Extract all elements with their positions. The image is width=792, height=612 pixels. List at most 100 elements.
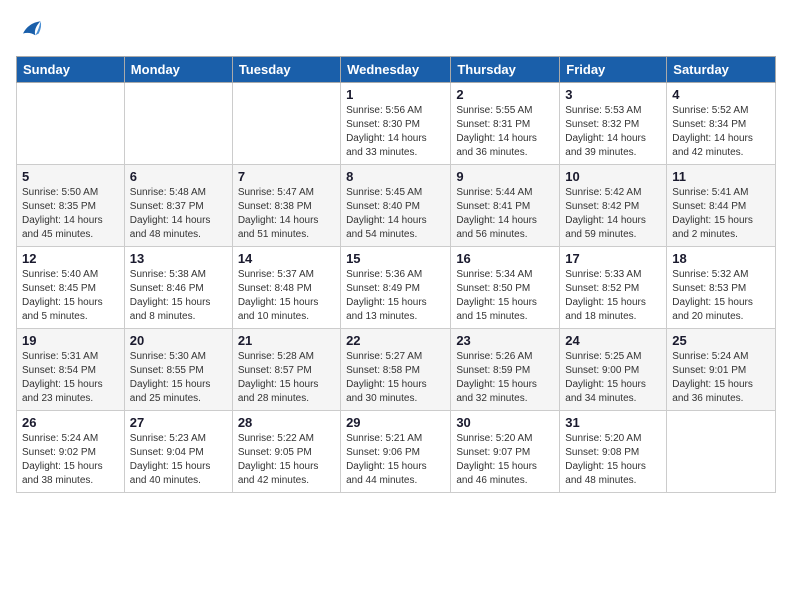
day-info: Sunrise: 5:50 AMSunset: 8:35 PMDaylight:…	[22, 186, 119, 242]
day-info: Sunrise: 5:24 AMSunset: 9:02 PMDaylight:…	[22, 432, 119, 488]
day-info: Sunrise: 5:28 AMSunset: 8:57 PMDaylight:…	[238, 350, 335, 406]
weekday-header-friday: Friday	[560, 57, 667, 83]
day-number: 19	[22, 333, 119, 348]
calendar-cell: 2 Sunrise: 5:55 AMSunset: 8:31 PMDayligh…	[451, 83, 560, 165]
day-info: Sunrise: 5:55 AMSunset: 8:31 PMDaylight:…	[456, 104, 554, 160]
calendar-cell	[232, 83, 340, 165]
day-info: Sunrise: 5:56 AMSunset: 8:30 PMDaylight:…	[346, 104, 445, 160]
calendar-cell: 19 Sunrise: 5:31 AMSunset: 8:54 PMDaylig…	[17, 329, 125, 411]
day-info: Sunrise: 5:52 AMSunset: 8:34 PMDaylight:…	[672, 104, 770, 160]
calendar-cell: 22 Sunrise: 5:27 AMSunset: 8:58 PMDaylig…	[341, 329, 451, 411]
day-info: Sunrise: 5:31 AMSunset: 8:54 PMDaylight:…	[22, 350, 119, 406]
day-info: Sunrise: 5:30 AMSunset: 8:55 PMDaylight:…	[130, 350, 227, 406]
weekday-header-wednesday: Wednesday	[341, 57, 451, 83]
calendar-week-row: 26 Sunrise: 5:24 AMSunset: 9:02 PMDaylig…	[17, 411, 776, 493]
calendar-cell: 21 Sunrise: 5:28 AMSunset: 8:57 PMDaylig…	[232, 329, 340, 411]
weekday-header-saturday: Saturday	[667, 57, 776, 83]
day-number: 18	[672, 251, 770, 266]
day-info: Sunrise: 5:24 AMSunset: 9:01 PMDaylight:…	[672, 350, 770, 406]
calendar-cell: 11 Sunrise: 5:41 AMSunset: 8:44 PMDaylig…	[667, 165, 776, 247]
day-info: Sunrise: 5:20 AMSunset: 9:07 PMDaylight:…	[456, 432, 554, 488]
logo-icon	[16, 16, 44, 44]
day-number: 8	[346, 169, 445, 184]
day-info: Sunrise: 5:33 AMSunset: 8:52 PMDaylight:…	[565, 268, 661, 324]
day-number: 11	[672, 169, 770, 184]
day-info: Sunrise: 5:22 AMSunset: 9:05 PMDaylight:…	[238, 432, 335, 488]
weekday-header-sunday: Sunday	[17, 57, 125, 83]
calendar-cell: 16 Sunrise: 5:34 AMSunset: 8:50 PMDaylig…	[451, 247, 560, 329]
calendar-cell: 29 Sunrise: 5:21 AMSunset: 9:06 PMDaylig…	[341, 411, 451, 493]
calendar-cell: 6 Sunrise: 5:48 AMSunset: 8:37 PMDayligh…	[124, 165, 232, 247]
day-number: 6	[130, 169, 227, 184]
weekday-header-thursday: Thursday	[451, 57, 560, 83]
calendar-cell: 1 Sunrise: 5:56 AMSunset: 8:30 PMDayligh…	[341, 83, 451, 165]
calendar-cell: 4 Sunrise: 5:52 AMSunset: 8:34 PMDayligh…	[667, 83, 776, 165]
day-number: 1	[346, 87, 445, 102]
calendar-cell	[124, 83, 232, 165]
calendar-cell: 24 Sunrise: 5:25 AMSunset: 9:00 PMDaylig…	[560, 329, 667, 411]
day-number: 28	[238, 415, 335, 430]
day-info: Sunrise: 5:21 AMSunset: 9:06 PMDaylight:…	[346, 432, 445, 488]
calendar-cell: 31 Sunrise: 5:20 AMSunset: 9:08 PMDaylig…	[560, 411, 667, 493]
calendar-cell: 17 Sunrise: 5:33 AMSunset: 8:52 PMDaylig…	[560, 247, 667, 329]
calendar-cell: 13 Sunrise: 5:38 AMSunset: 8:46 PMDaylig…	[124, 247, 232, 329]
calendar-week-row: 1 Sunrise: 5:56 AMSunset: 8:30 PMDayligh…	[17, 83, 776, 165]
day-info: Sunrise: 5:26 AMSunset: 8:59 PMDaylight:…	[456, 350, 554, 406]
day-info: Sunrise: 5:25 AMSunset: 9:00 PMDaylight:…	[565, 350, 661, 406]
calendar-cell: 8 Sunrise: 5:45 AMSunset: 8:40 PMDayligh…	[341, 165, 451, 247]
calendar-cell: 3 Sunrise: 5:53 AMSunset: 8:32 PMDayligh…	[560, 83, 667, 165]
page-header	[16, 16, 776, 44]
day-number: 9	[456, 169, 554, 184]
day-number: 23	[456, 333, 554, 348]
day-number: 12	[22, 251, 119, 266]
day-number: 20	[130, 333, 227, 348]
calendar-week-row: 5 Sunrise: 5:50 AMSunset: 8:35 PMDayligh…	[17, 165, 776, 247]
calendar-week-row: 12 Sunrise: 5:40 AMSunset: 8:45 PMDaylig…	[17, 247, 776, 329]
day-info: Sunrise: 5:32 AMSunset: 8:53 PMDaylight:…	[672, 268, 770, 324]
day-info: Sunrise: 5:23 AMSunset: 9:04 PMDaylight:…	[130, 432, 227, 488]
day-info: Sunrise: 5:36 AMSunset: 8:49 PMDaylight:…	[346, 268, 445, 324]
day-info: Sunrise: 5:42 AMSunset: 8:42 PMDaylight:…	[565, 186, 661, 242]
calendar-cell: 23 Sunrise: 5:26 AMSunset: 8:59 PMDaylig…	[451, 329, 560, 411]
calendar-cell: 28 Sunrise: 5:22 AMSunset: 9:05 PMDaylig…	[232, 411, 340, 493]
day-info: Sunrise: 5:37 AMSunset: 8:48 PMDaylight:…	[238, 268, 335, 324]
calendar-cell: 9 Sunrise: 5:44 AMSunset: 8:41 PMDayligh…	[451, 165, 560, 247]
day-number: 13	[130, 251, 227, 266]
calendar-table: SundayMondayTuesdayWednesdayThursdayFrid…	[16, 56, 776, 493]
day-info: Sunrise: 5:34 AMSunset: 8:50 PMDaylight:…	[456, 268, 554, 324]
day-number: 25	[672, 333, 770, 348]
calendar-cell: 26 Sunrise: 5:24 AMSunset: 9:02 PMDaylig…	[17, 411, 125, 493]
day-number: 4	[672, 87, 770, 102]
calendar-cell: 14 Sunrise: 5:37 AMSunset: 8:48 PMDaylig…	[232, 247, 340, 329]
day-info: Sunrise: 5:44 AMSunset: 8:41 PMDaylight:…	[456, 186, 554, 242]
calendar-cell	[17, 83, 125, 165]
day-number: 14	[238, 251, 335, 266]
day-number: 7	[238, 169, 335, 184]
calendar-cell: 10 Sunrise: 5:42 AMSunset: 8:42 PMDaylig…	[560, 165, 667, 247]
day-info: Sunrise: 5:53 AMSunset: 8:32 PMDaylight:…	[565, 104, 661, 160]
calendar-cell: 12 Sunrise: 5:40 AMSunset: 8:45 PMDaylig…	[17, 247, 125, 329]
day-number: 29	[346, 415, 445, 430]
day-info: Sunrise: 5:47 AMSunset: 8:38 PMDaylight:…	[238, 186, 335, 242]
day-info: Sunrise: 5:48 AMSunset: 8:37 PMDaylight:…	[130, 186, 227, 242]
day-number: 26	[22, 415, 119, 430]
calendar-cell: 20 Sunrise: 5:30 AMSunset: 8:55 PMDaylig…	[124, 329, 232, 411]
weekday-header-tuesday: Tuesday	[232, 57, 340, 83]
day-info: Sunrise: 5:27 AMSunset: 8:58 PMDaylight:…	[346, 350, 445, 406]
day-number: 24	[565, 333, 661, 348]
day-info: Sunrise: 5:38 AMSunset: 8:46 PMDaylight:…	[130, 268, 227, 324]
day-number: 2	[456, 87, 554, 102]
calendar-week-row: 19 Sunrise: 5:31 AMSunset: 8:54 PMDaylig…	[17, 329, 776, 411]
weekday-header-row: SundayMondayTuesdayWednesdayThursdayFrid…	[17, 57, 776, 83]
day-number: 30	[456, 415, 554, 430]
day-info: Sunrise: 5:41 AMSunset: 8:44 PMDaylight:…	[672, 186, 770, 242]
calendar-cell: 15 Sunrise: 5:36 AMSunset: 8:49 PMDaylig…	[341, 247, 451, 329]
calendar-cell: 30 Sunrise: 5:20 AMSunset: 9:07 PMDaylig…	[451, 411, 560, 493]
calendar-cell: 7 Sunrise: 5:47 AMSunset: 8:38 PMDayligh…	[232, 165, 340, 247]
calendar-cell: 27 Sunrise: 5:23 AMSunset: 9:04 PMDaylig…	[124, 411, 232, 493]
day-number: 5	[22, 169, 119, 184]
weekday-header-monday: Monday	[124, 57, 232, 83]
calendar-cell: 18 Sunrise: 5:32 AMSunset: 8:53 PMDaylig…	[667, 247, 776, 329]
day-number: 15	[346, 251, 445, 266]
calendar-cell: 25 Sunrise: 5:24 AMSunset: 9:01 PMDaylig…	[667, 329, 776, 411]
